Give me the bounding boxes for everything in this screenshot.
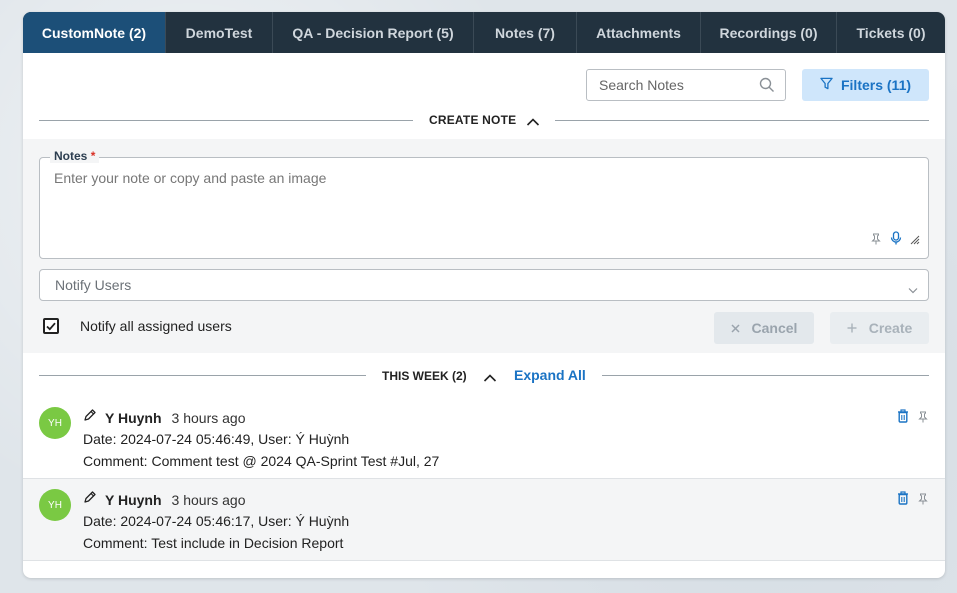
chevron-up-icon[interactable] — [526, 114, 540, 132]
note-header: Y Huynh 3 hours ago — [83, 408, 245, 427]
divider-line — [39, 375, 366, 376]
plus-icon — [847, 320, 857, 336]
this-week-divider: THIS WEEK (2) Expand All — [23, 353, 945, 397]
note-author: Y Huynh — [105, 409, 162, 426]
expand-all-link[interactable]: Expand All — [514, 367, 586, 383]
tab-qa-decision-report[interactable]: QA - Decision Report (5) — [273, 12, 474, 53]
toolbar: Filters (11) — [23, 53, 945, 103]
close-icon — [731, 320, 740, 336]
note-time: 3 hours ago — [171, 491, 246, 508]
tab-attachments[interactable]: Attachments — [577, 12, 701, 53]
filters-label: Filters (11) — [840, 77, 912, 93]
note-comment-line: Comment: Test include in Decision Report — [83, 535, 344, 551]
notes-field-label: Notes * — [50, 149, 100, 163]
cancel-label: Cancel — [751, 320, 798, 336]
tab-bar: CustomNote (2) DemoTest QA - Decision Re… — [23, 12, 945, 53]
resize-handle-icon[interactable] — [910, 232, 920, 250]
tab-recordings[interactable]: Recordings (0) — [701, 12, 837, 53]
notify-users-placeholder: Notify Users — [55, 277, 132, 293]
notes-textarea[interactable] — [54, 170, 854, 230]
note-comment-line: Comment: Comment test @ 2024 QA-Sprint T… — [83, 453, 440, 469]
cancel-button[interactable]: Cancel — [714, 312, 814, 344]
trash-icon[interactable] — [897, 491, 909, 510]
trash-icon[interactable] — [897, 409, 909, 428]
chevron-up-icon[interactable] — [483, 370, 497, 388]
create-note-form: Notes * Notify Users — [23, 139, 945, 353]
this-week-label: THIS WEEK (2) — [382, 369, 467, 383]
pin-icon[interactable] — [917, 410, 929, 428]
notes-field-actions — [870, 231, 920, 250]
create-note-label: CREATE NOTE — [429, 113, 517, 127]
tab-customnote[interactable]: CustomNote (2) — [23, 12, 166, 53]
note-item: YH Y Huynh 3 hours ago Date: 2024-07-24 … — [23, 397, 945, 479]
note-time: 3 hours ago — [171, 409, 246, 426]
create-button[interactable]: Create — [830, 312, 929, 344]
search-box — [586, 69, 786, 101]
filter-icon — [820, 77, 833, 93]
tab-demotest[interactable]: DemoTest — [166, 12, 273, 53]
divider-line — [602, 375, 929, 376]
tab-notes[interactable]: Notes (7) — [474, 12, 577, 53]
note-date-line: Date: 2024-07-24 05:46:17, User: Ý Huỳnh — [83, 513, 350, 529]
pin-icon[interactable] — [870, 232, 882, 250]
notify-users-select[interactable]: Notify Users — [39, 269, 929, 301]
note-date-line: Date: 2024-07-24 05:46:49, User: Ý Huỳnh — [83, 431, 350, 447]
checkmark-icon — [46, 322, 56, 331]
create-label: Create — [868, 320, 913, 336]
note-actions — [897, 491, 929, 510]
notify-all-checkbox[interactable] — [43, 318, 59, 334]
required-mark: * — [90, 149, 96, 163]
notify-all-label: Notify all assigned users — [80, 318, 232, 334]
search-input[interactable] — [599, 70, 759, 100]
note-item: YH Y Huynh 3 hours ago Date: 2024-07-24 … — [23, 479, 945, 561]
avatar: YH — [39, 407, 71, 439]
notify-all-row: Notify all assigned users — [43, 318, 232, 334]
create-note-divider[interactable]: CREATE NOTE — [23, 103, 945, 139]
filters-button[interactable]: Filters (11) — [802, 69, 929, 101]
edit-icon[interactable] — [83, 490, 97, 509]
pin-icon[interactable] — [917, 492, 929, 510]
divider-line — [555, 120, 929, 121]
search-icon[interactable] — [759, 77, 775, 93]
edit-icon[interactable] — [83, 408, 97, 427]
microphone-icon[interactable] — [890, 231, 902, 250]
avatar: YH — [39, 489, 71, 521]
note-header: Y Huynh 3 hours ago — [83, 490, 245, 509]
note-author: Y Huynh — [105, 491, 162, 508]
tab-tickets[interactable]: Tickets (0) — [837, 12, 945, 53]
notes-panel: CustomNote (2) DemoTest QA - Decision Re… — [23, 12, 945, 578]
chevron-down-icon — [908, 281, 918, 297]
divider-line — [39, 120, 413, 121]
note-actions — [897, 409, 929, 428]
notes-field: Notes * — [39, 149, 929, 259]
